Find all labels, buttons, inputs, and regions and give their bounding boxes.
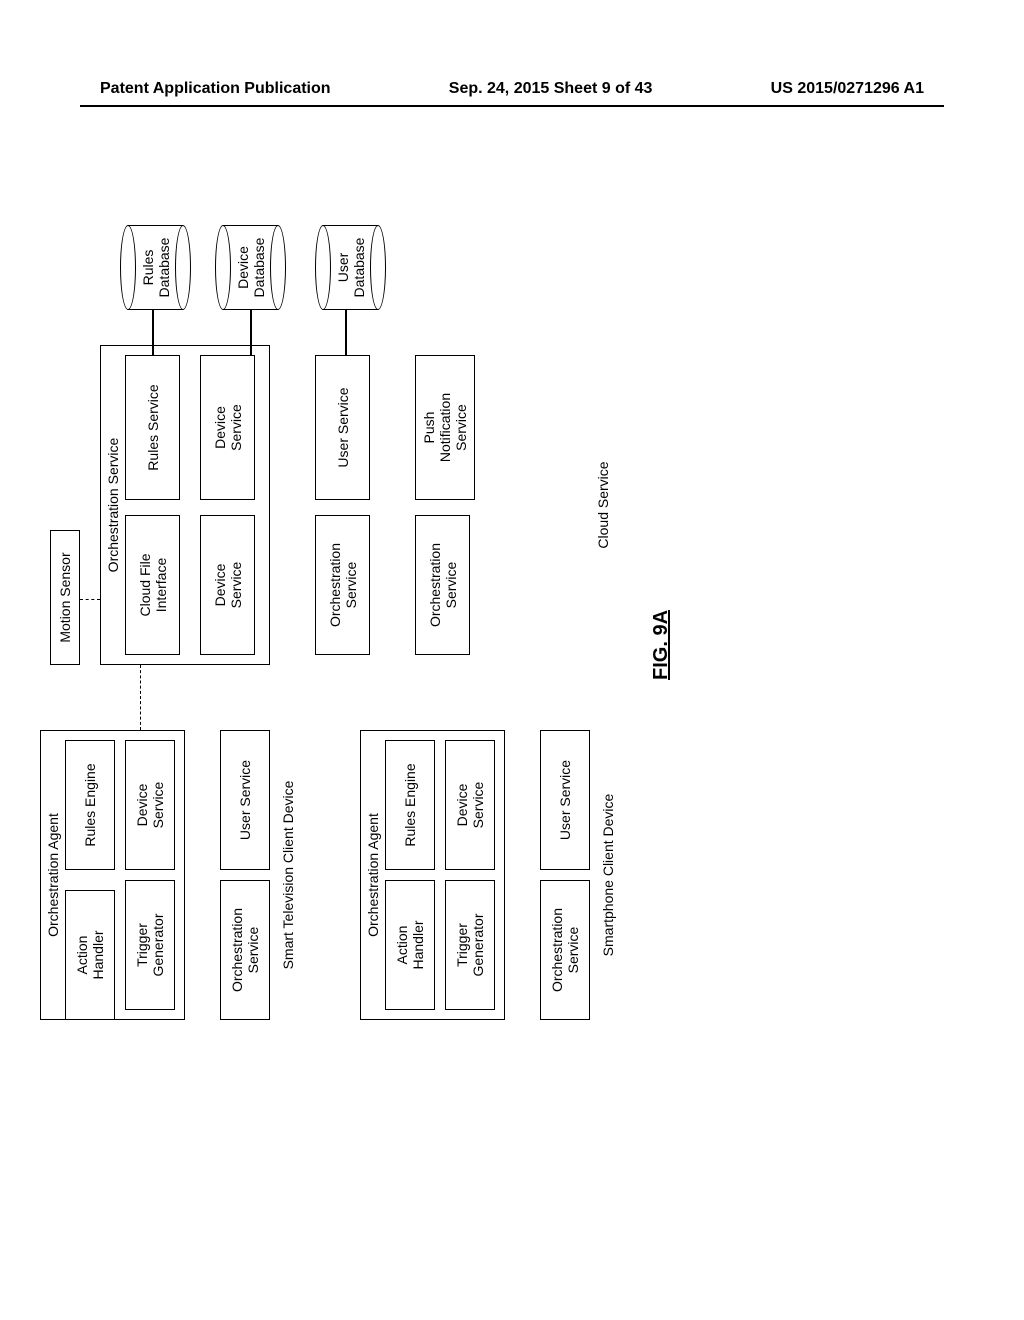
tv-orch-service: Orchestration Service <box>220 880 270 1020</box>
header-divider <box>80 105 944 107</box>
phone-orch-service: Orchestration Service <box>540 880 590 1020</box>
phone-agent-label: Orchestration Agent <box>365 730 381 1020</box>
tv-client-label: Smart Television Client Device <box>280 730 296 1020</box>
tv-action-handler: Action Handler <box>65 890 115 1020</box>
cloud-user-service: User Service <box>315 355 370 500</box>
header-center: Sep. 24, 2015 Sheet 9 of 43 <box>449 80 653 98</box>
cloud-rules-service: Rules Service <box>125 355 180 500</box>
user-db: User Database <box>315 225 390 310</box>
tv-trigger-gen: Trigger Generator <box>125 880 175 1010</box>
phone-device-service: Device Service <box>445 740 495 870</box>
conn-tv-to-cloud <box>140 665 141 730</box>
conn-user-db <box>345 310 347 355</box>
cloud-label: Cloud Service <box>595 345 611 665</box>
device-db: Device Database <box>215 225 290 310</box>
header-right: US 2015/0271296 A1 <box>771 80 924 98</box>
cloud-orch-service1: Orchestration Service <box>315 515 370 655</box>
cloud-orch-service2: Orchestration Service <box>415 515 470 655</box>
cloud-device-service-l: Device Service <box>200 515 255 655</box>
rules-db: Rules Database <box>120 225 195 310</box>
cloud-file-interface: Cloud File Interface <box>125 515 180 655</box>
figure-label: FIG. 9A <box>650 610 673 680</box>
tv-rules-engine: Rules Engine <box>65 740 115 870</box>
cloud-orch-label: Orchestration Service <box>105 345 121 665</box>
header-left: Patent Application Publication <box>100 80 331 98</box>
tv-device-service: Device Service <box>125 740 175 870</box>
phone-trigger-gen: Trigger Generator <box>445 880 495 1010</box>
motion-sensor: Motion Sensor <box>50 530 80 665</box>
architecture-diagram: Smart Television Client Device Orchestra… <box>40 260 980 1020</box>
cloud-device-service-r: Device Service <box>200 355 255 500</box>
cloud-push-notif: Push Notification Service <box>415 355 475 500</box>
phone-client-label: Smartphone Client Device <box>600 730 616 1020</box>
tv-user-service: User Service <box>220 730 270 870</box>
page-header: Patent Application Publication Sep. 24, … <box>0 80 1024 98</box>
conn-rules-db <box>152 310 154 355</box>
phone-rules-engine: Rules Engine <box>385 740 435 870</box>
conn-motion-to-cloud <box>80 599 100 600</box>
phone-user-service: User Service <box>540 730 590 870</box>
tv-agent-label: Orchestration Agent <box>45 730 61 1020</box>
conn-device-db <box>250 310 252 355</box>
phone-action-handler: Action Handler <box>385 880 435 1010</box>
